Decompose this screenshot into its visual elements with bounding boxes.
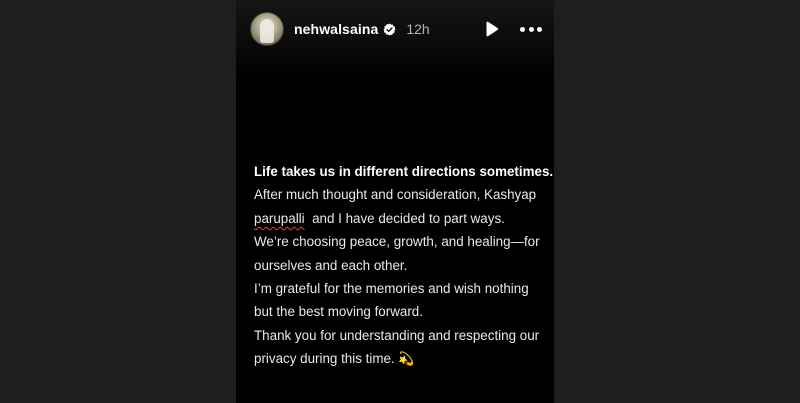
- story-line: We’re choosing peace, growth, and healin…: [254, 234, 540, 250]
- story-line: After much thought and consideration, Ka…: [254, 187, 537, 203]
- story-text: Life takes us in different directions so…: [254, 160, 554, 371]
- page: nehwalsaina 12h Life takes us in differe…: [0, 0, 800, 403]
- avatar[interactable]: [250, 12, 284, 46]
- story-header: nehwalsaina 12h: [250, 12, 542, 46]
- post-time: 12h: [406, 21, 430, 37]
- story-line-text: privacy during this time.: [254, 351, 395, 367]
- story-headline: Life takes us in different directions so…: [254, 164, 554, 179]
- story-actions: [482, 20, 542, 38]
- more-dot: [537, 26, 542, 32]
- misspelled-word: parupalli: [254, 210, 305, 226]
- more-options-icon[interactable]: [520, 20, 542, 38]
- avatar-figure: [260, 19, 274, 43]
- story-line: privacy during this time. 💫: [254, 347, 554, 370]
- story-line: Thank you for understanding and respecti…: [254, 327, 540, 343]
- more-dot: [528, 26, 534, 32]
- play-icon[interactable]: [482, 20, 500, 38]
- story-viewer[interactable]: nehwalsaina 12h Life takes us in differe…: [236, 0, 554, 403]
- story-line-rest: and I have decided to part ways.: [304, 210, 505, 226]
- sparkle-emoji: 💫: [398, 351, 415, 367]
- verified-badge-icon: [383, 23, 396, 35]
- story-line: ourselves and each other.: [254, 257, 408, 273]
- story-line: parupalli and I have decided to part way…: [254, 207, 554, 230]
- username[interactable]: nehwalsaina: [294, 21, 378, 37]
- story-line: I’m grateful for the memories and wish n…: [254, 281, 529, 297]
- more-dot: [520, 26, 525, 32]
- story-line: but the best moving forward.: [254, 304, 423, 320]
